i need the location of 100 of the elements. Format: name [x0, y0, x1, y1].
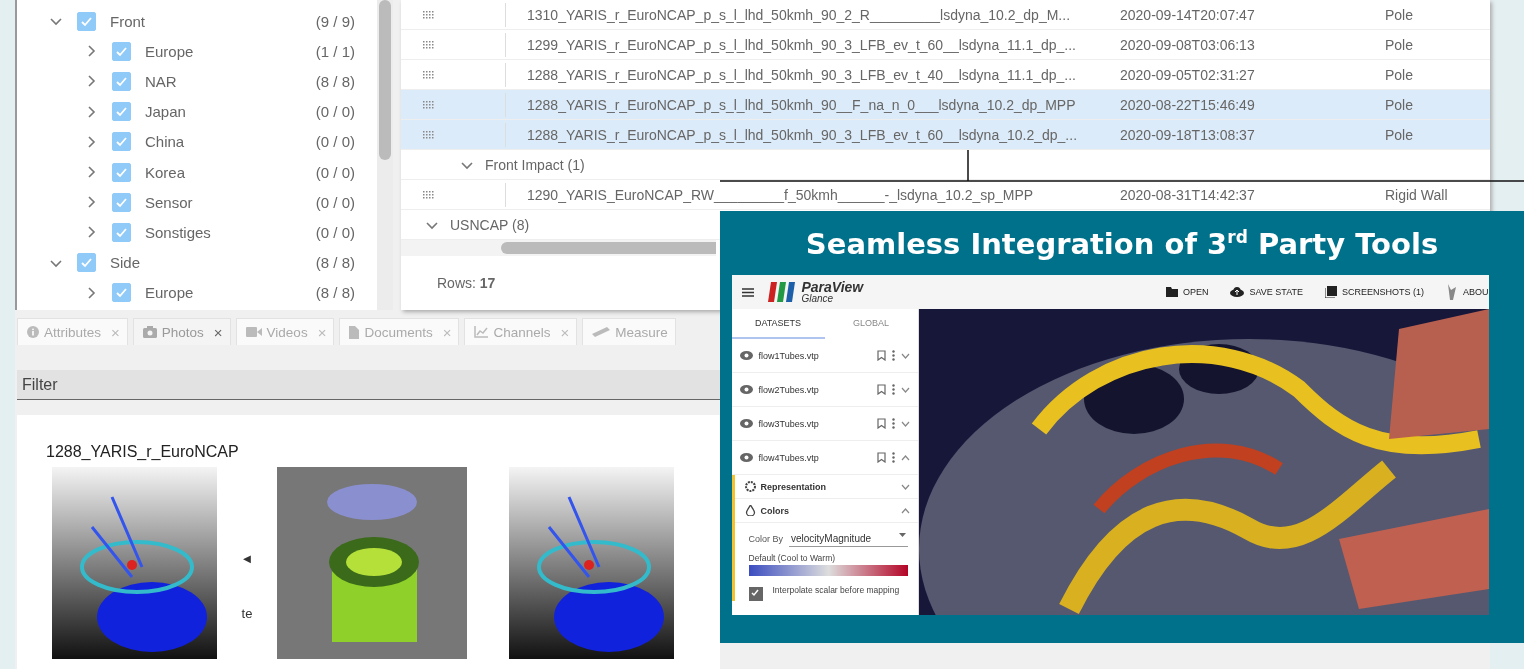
group-label[interactable]: Front Impact (1): [485, 156, 585, 173]
dataset-name[interactable]: flow4Tubes.vtp: [758, 452, 871, 463]
expand-icon[interactable]: [900, 420, 910, 427]
table-cell: Rigid Wall: [1385, 186, 1448, 203]
more-options-icon[interactable]: [891, 418, 895, 429]
eye-icon[interactable]: [739, 419, 753, 428]
row-count: Rows: 17: [437, 275, 496, 291]
dropdown-caret-icon: [898, 533, 906, 537]
group-label[interactable]: USNCAP (8): [450, 216, 530, 233]
table-row[interactable]: 1310_YARIS_r_EuroNCAP_p_s_l_lhd_50kmh_90_2_R_________lsdyna_10.2_dp_M... 2020-09-14T20:07:47 Pole: [401, 0, 1490, 30]
filter-field[interactable]: Filter: [17, 370, 720, 400]
section-label[interactable]: Representation: [760, 481, 896, 492]
drag-handle-icon[interactable]: [423, 100, 435, 109]
toolbar-action[interactable]: ABOU: [1446, 284, 1489, 300]
bookmark-icon[interactable]: [876, 418, 886, 429]
checkbox[interactable]: [748, 587, 763, 601]
section-label[interactable]: Colors: [760, 505, 896, 516]
drag-handle-icon[interactable]: [423, 10, 435, 19]
close-icon[interactable]: ×: [213, 323, 223, 341]
checkmark-icon: [749, 588, 760, 598]
toolbar-action[interactable]: OPEN: [1165, 284, 1209, 300]
color-gradient-bar[interactable]: [748, 565, 908, 576]
tree-item-label[interactable]: Side: [110, 254, 316, 272]
checkbox[interactable]: [112, 41, 131, 61]
table-cell: Pole: [1385, 96, 1414, 113]
expand-icon[interactable]: [900, 386, 910, 393]
tree-item-count: (0 / 0): [315, 133, 355, 151]
table-row[interactable]: 1288_YARIS_r_EuroNCAP_p_s_l_lhd_50kmh_90__F_na_n_0___lsdyna_10.2_dp_MPP 2020-08-22T15:46:49 Pole: [401, 90, 1490, 120]
drag-handle-icon[interactable]: [423, 70, 435, 79]
preset-label: Default (Cool to Warm): [747, 552, 837, 565]
checkbox[interactable]: [77, 11, 96, 31]
cloud-upload-icon: [1230, 287, 1245, 297]
bookmark-icon[interactable]: [876, 452, 886, 463]
table-cell-text: 1288_YARIS_r_EuroNCAP_p_s_l_lhd_50kmh_90__F_na_n_0___lsdyna_10.2_dp_MPP: [527, 96, 1077, 113]
video-camera-icon: [245, 327, 262, 337]
toolbar-action[interactable]: SAVE STATE: [1230, 284, 1303, 300]
images-icon: [1324, 286, 1337, 298]
tree-item-label[interactable]: NAR: [145, 72, 316, 90]
table-cell: Pole: [1385, 126, 1414, 143]
left-arrow-icon[interactable]: ◄: [240, 551, 254, 566]
field-label: Color By: [748, 534, 783, 544]
checkmark-icon: [115, 286, 128, 300]
panel-tab[interactable]: Photos ×: [132, 318, 231, 345]
collapse-icon[interactable]: [900, 454, 910, 461]
toolbar-action[interactable]: SCREENSHOTS (1): [1324, 284, 1424, 300]
line-chart-icon: [474, 326, 489, 338]
horizontal-scrollbar[interactable]: [401, 240, 716, 256]
tree-item-label[interactable]: Korea: [145, 163, 316, 181]
color-by-select[interactable]: velocityMagnitude: [789, 531, 908, 547]
tree-item-label[interactable]: Sensor: [145, 193, 316, 211]
checkbox[interactable]: [112, 132, 131, 152]
tree-item-count: (0 / 0): [315, 193, 355, 211]
eye-icon[interactable]: [739, 351, 753, 360]
drag-handle-icon[interactable]: [423, 190, 435, 199]
checkbox[interactable]: [112, 162, 131, 182]
more-options-icon[interactable]: [891, 384, 895, 395]
table-row[interactable]: 1288_YARIS_r_EuroNCAP_p_s_l_lhd_50kmh_90_3_LFB_ev_t_60__lsdyna_10.2_dp_... 2020-09-18T13:08:37 Pole: [401, 120, 1490, 150]
tree-item-label[interactable]: Front: [110, 12, 316, 30]
checkbox[interactable]: [112, 71, 131, 91]
checkbox-label[interactable]: Interpolate scalar before mapping: [772, 584, 900, 597]
scrollbar[interactable]: [377, 0, 393, 310]
tree-item-label[interactable]: Europe: [145, 42, 316, 60]
checkbox[interactable]: [112, 283, 131, 303]
collapse-icon[interactable]: [900, 507, 910, 514]
tree-item-label[interactable]: Sonstiges: [145, 223, 316, 241]
tree-item-count: (8 / 8): [315, 254, 355, 272]
drag-handle-icon[interactable]: [423, 40, 435, 49]
table-row[interactable]: 1299_YARIS_r_EuroNCAP_p_s_l_lhd_50kmh_90_3_LFB_ev_t_60__lsdyna_11.1_dp_... 2020-09-08T03:06:13 Pole: [401, 30, 1490, 60]
bookmark-icon[interactable]: [876, 350, 886, 361]
tree-item-count: (0 / 0): [315, 223, 355, 241]
menu-icon[interactable]: [741, 287, 754, 297]
table-cell: Pole: [1385, 6, 1414, 23]
gear-icon: [744, 481, 756, 492]
table-row[interactable]: 1288_YARIS_r_EuroNCAP_p_s_l_lhd_50kmh_90_3_LFB_ev_t_40__lsdyna_11.1_dp_... 2020-09-05T02:31:27 Pole: [401, 60, 1490, 90]
expand-icon[interactable]: [900, 352, 910, 359]
bookmark-icon[interactable]: [876, 384, 886, 395]
tree-item-label[interactable]: China: [145, 133, 316, 151]
drag-handle-icon[interactable]: [423, 130, 435, 139]
eye-icon[interactable]: [739, 385, 753, 394]
more-options-icon[interactable]: [891, 452, 895, 463]
dataset-name[interactable]: flow1Tubes.vtp: [758, 350, 871, 361]
eye-icon[interactable]: [739, 453, 753, 462]
table-cell-text: 1310_YARIS_r_EuroNCAP_p_s_l_lhd_50kmh_90_2_R_________lsdyna_10.2_dp_M...: [527, 6, 1072, 23]
sidebar-tab[interactable]: DATASETS: [731, 309, 825, 339]
table-cell-text: 1299_YARIS_r_EuroNCAP_p_s_l_lhd_50kmh_90_3_LFB_ev_t_60__lsdyna_11.1_dp_...: [527, 36, 1077, 53]
checkbox[interactable]: [77, 253, 96, 273]
more-options-icon[interactable]: [891, 350, 895, 361]
checkbox[interactable]: [112, 102, 131, 122]
tree-item-label[interactable]: Europe: [145, 284, 316, 302]
info-icon: [27, 326, 39, 338]
table-row[interactable]: 1290_YARIS_EuroNCAP_RW_________f_50kmh______-_lsdyna_10.2_sp_MPP 2020-08-31T14:42:37 Rigid Wall: [401, 180, 1490, 210]
table-cell: Pole: [1385, 36, 1414, 53]
checkbox[interactable]: [112, 222, 131, 242]
sidebar-tab[interactable]: GLOBAL: [824, 309, 918, 339]
checkbox[interactable]: [112, 192, 131, 212]
table-cell: Pole: [1385, 66, 1414, 83]
dataset-name[interactable]: flow2Tubes.vtp: [758, 384, 871, 395]
expand-icon[interactable]: [900, 483, 910, 490]
dataset-name[interactable]: flow3Tubes.vtp: [758, 418, 871, 429]
tree-item-label[interactable]: Japan: [145, 103, 316, 121]
